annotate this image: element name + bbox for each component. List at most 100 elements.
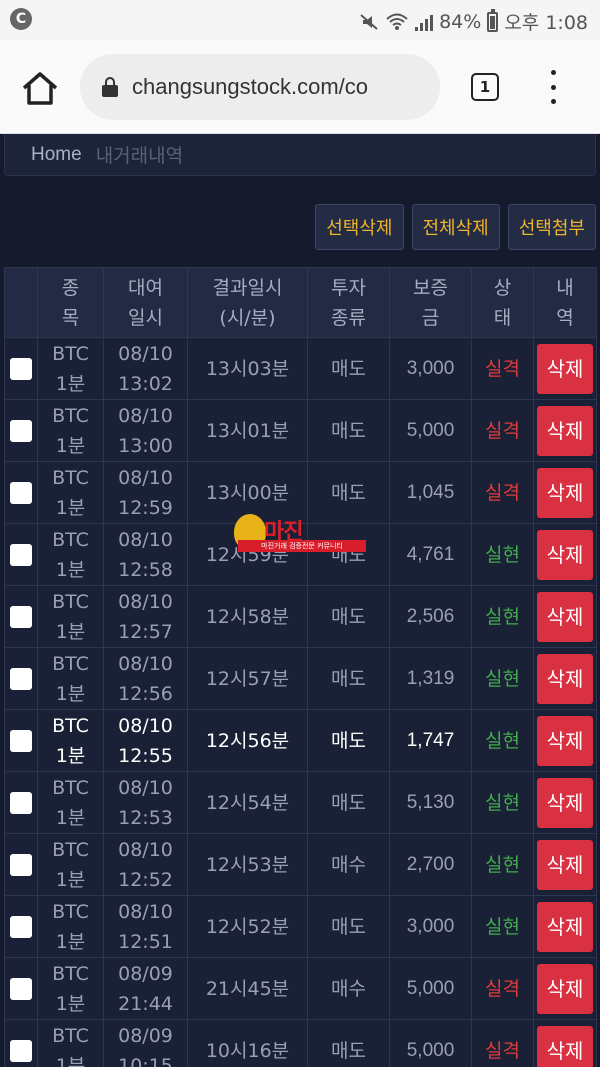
row-checkbox-box[interactable] bbox=[10, 544, 32, 566]
row-checkbox-box[interactable] bbox=[10, 730, 32, 752]
action-bar: 선택삭제 전체삭제 선택첨부 bbox=[315, 204, 596, 250]
delete-button[interactable]: 삭제 bbox=[537, 529, 593, 580]
cell-date: 08/10 12:53 bbox=[103, 771, 188, 834]
trade-history-table: 종목 대여 일시 결과일시 (시/분) 투자 종류 보증 금 상태 내역 BTC 1분 08… bbox=[4, 267, 597, 1067]
cell-result-time: 12시52분 bbox=[187, 895, 308, 958]
row-checkbox[interactable] bbox=[4, 1019, 38, 1067]
cell-symbol: BTC 1분 bbox=[37, 771, 104, 834]
row-checkbox-box[interactable] bbox=[10, 916, 32, 938]
cell-result-time: 13시00분 bbox=[187, 461, 308, 524]
cell-symbol: BTC 1분 bbox=[37, 957, 104, 1020]
delete-button[interactable]: 삭제 bbox=[537, 715, 593, 766]
cell-amount: 4,761 bbox=[389, 523, 472, 586]
url-text: changsungstock.com/co bbox=[132, 74, 369, 99]
row-checkbox[interactable] bbox=[4, 833, 38, 896]
row-checkbox-box[interactable] bbox=[10, 668, 32, 690]
table-row: BTC 1분 08/10 12:58 12시59분 매도 4,761 실현 삭제 bbox=[4, 523, 597, 586]
delete-all-button[interactable]: 전체삭제 bbox=[411, 204, 500, 250]
tab-switcher-button[interactable]: 1 bbox=[471, 73, 499, 101]
row-checkbox-box[interactable] bbox=[10, 420, 32, 442]
cell-delete: 삭제 bbox=[533, 647, 597, 710]
signal-icon bbox=[415, 13, 434, 31]
cell-amount: 1,319 bbox=[389, 647, 472, 710]
row-checkbox-box[interactable] bbox=[10, 482, 32, 504]
row-checkbox-box[interactable] bbox=[10, 792, 32, 814]
cell-status: 실현 bbox=[471, 771, 534, 834]
table-row: BTC 1분 08/10 12:53 12시54분 매도 5,130 실현 삭제 bbox=[4, 771, 597, 834]
delete-button[interactable]: 삭제 bbox=[537, 343, 593, 394]
cell-amount: 2,700 bbox=[389, 833, 472, 896]
cell-status: 실격 bbox=[471, 1019, 534, 1067]
header-detail: 내역 bbox=[533, 267, 597, 338]
select-delete-button[interactable]: 선택삭제 bbox=[315, 204, 404, 250]
cell-delete: 삭제 bbox=[533, 1019, 597, 1067]
row-checkbox[interactable] bbox=[4, 895, 38, 958]
row-checkbox-box[interactable] bbox=[10, 606, 32, 628]
table-row: BTC 1분 08/10 12:55 12시56분 매도 1,747 실현 삭제 bbox=[4, 709, 597, 772]
table-row: BTC 1분 08/10 12:56 12시57분 매도 1,319 실현 삭제 bbox=[4, 647, 597, 710]
cell-symbol: BTC 1분 bbox=[37, 523, 104, 586]
cell-delete: 삭제 bbox=[533, 833, 597, 896]
header-amount: 보증 금 bbox=[389, 267, 472, 338]
cell-result-time: 12시57분 bbox=[187, 647, 308, 710]
overflow-menu-icon[interactable] bbox=[548, 70, 558, 104]
row-checkbox[interactable] bbox=[4, 337, 38, 400]
select-attach-button[interactable]: 선택첨부 bbox=[507, 204, 596, 250]
row-checkbox[interactable] bbox=[4, 957, 38, 1020]
cell-amount: 5,000 bbox=[389, 957, 472, 1020]
cell-status: 실현 bbox=[471, 523, 534, 586]
row-checkbox[interactable] bbox=[4, 709, 38, 772]
table-row: BTC 1분 08/10 12:51 12시52분 매도 3,000 실현 삭제 bbox=[4, 895, 597, 958]
row-checkbox[interactable] bbox=[4, 399, 38, 462]
table-row: BTC 1분 08/09 10:15 10시16분 매도 5,000 실격 삭제 bbox=[4, 1019, 597, 1067]
clock: 오후 1:08 bbox=[504, 12, 588, 34]
delete-button[interactable]: 삭제 bbox=[537, 963, 593, 1014]
cell-status: 실현 bbox=[471, 833, 534, 896]
row-checkbox[interactable] bbox=[4, 585, 38, 648]
cell-status: 실현 bbox=[471, 895, 534, 958]
row-checkbox-box[interactable] bbox=[10, 1040, 32, 1062]
cell-result-time: 21시45분 bbox=[187, 957, 308, 1020]
delete-button[interactable]: 삭제 bbox=[537, 405, 593, 456]
cell-amount: 1,747 bbox=[389, 709, 472, 772]
cell-symbol: BTC 1분 bbox=[37, 585, 104, 648]
cell-date: 08/10 12:52 bbox=[103, 833, 188, 896]
delete-button[interactable]: 삭제 bbox=[537, 467, 593, 518]
cell-amount: 3,000 bbox=[389, 337, 472, 400]
cell-date: 08/10 12:57 bbox=[103, 585, 188, 648]
delete-button[interactable]: 삭제 bbox=[537, 591, 593, 642]
address-bar[interactable]: changsungstock.com/co bbox=[80, 54, 440, 120]
header-result-time: 결과일시 (시/분) bbox=[187, 267, 308, 338]
home-icon[interactable] bbox=[20, 70, 60, 106]
row-checkbox[interactable] bbox=[4, 771, 38, 834]
delete-button[interactable]: 삭제 bbox=[537, 901, 593, 952]
cell-symbol: BTC 1분 bbox=[37, 833, 104, 896]
table-row: BTC 1분 08/09 21:44 21시45분 매수 5,000 실격 삭제 bbox=[4, 957, 597, 1020]
delete-button[interactable]: 삭제 bbox=[537, 1025, 593, 1067]
cell-status: 실격 bbox=[471, 957, 534, 1020]
cell-type: 매도 bbox=[307, 771, 390, 834]
row-checkbox-box[interactable] bbox=[10, 854, 32, 876]
delete-button[interactable]: 삭제 bbox=[537, 777, 593, 828]
cell-type: 매도 bbox=[307, 1019, 390, 1067]
row-checkbox-box[interactable] bbox=[10, 358, 32, 380]
cell-delete: 삭제 bbox=[533, 895, 597, 958]
app-notification-icon: C bbox=[10, 8, 32, 30]
cell-delete: 삭제 bbox=[533, 523, 597, 586]
cell-date: 08/09 21:44 bbox=[103, 957, 188, 1020]
row-checkbox[interactable] bbox=[4, 647, 38, 710]
row-checkbox[interactable] bbox=[4, 523, 38, 586]
row-checkbox-box[interactable] bbox=[10, 978, 32, 1000]
cell-date: 08/10 12:56 bbox=[103, 647, 188, 710]
delete-button[interactable]: 삭제 bbox=[537, 839, 593, 890]
row-checkbox[interactable] bbox=[4, 461, 38, 524]
cell-symbol: BTC 1분 bbox=[37, 709, 104, 772]
cell-result-time: 10시16분 bbox=[187, 1019, 308, 1067]
status-icons: 84% 오후 1:08 bbox=[359, 8, 588, 35]
cell-result-time: 12시53분 bbox=[187, 833, 308, 896]
cell-result-time: 13시03분 bbox=[187, 337, 308, 400]
breadcrumb-home[interactable]: Home bbox=[31, 144, 82, 166]
delete-button[interactable]: 삭제 bbox=[537, 653, 593, 704]
header-date: 대여 일시 bbox=[103, 267, 188, 338]
table-row: BTC 1분 08/10 12:59 13시00분 매도 1,045 실격 삭제 bbox=[4, 461, 597, 524]
